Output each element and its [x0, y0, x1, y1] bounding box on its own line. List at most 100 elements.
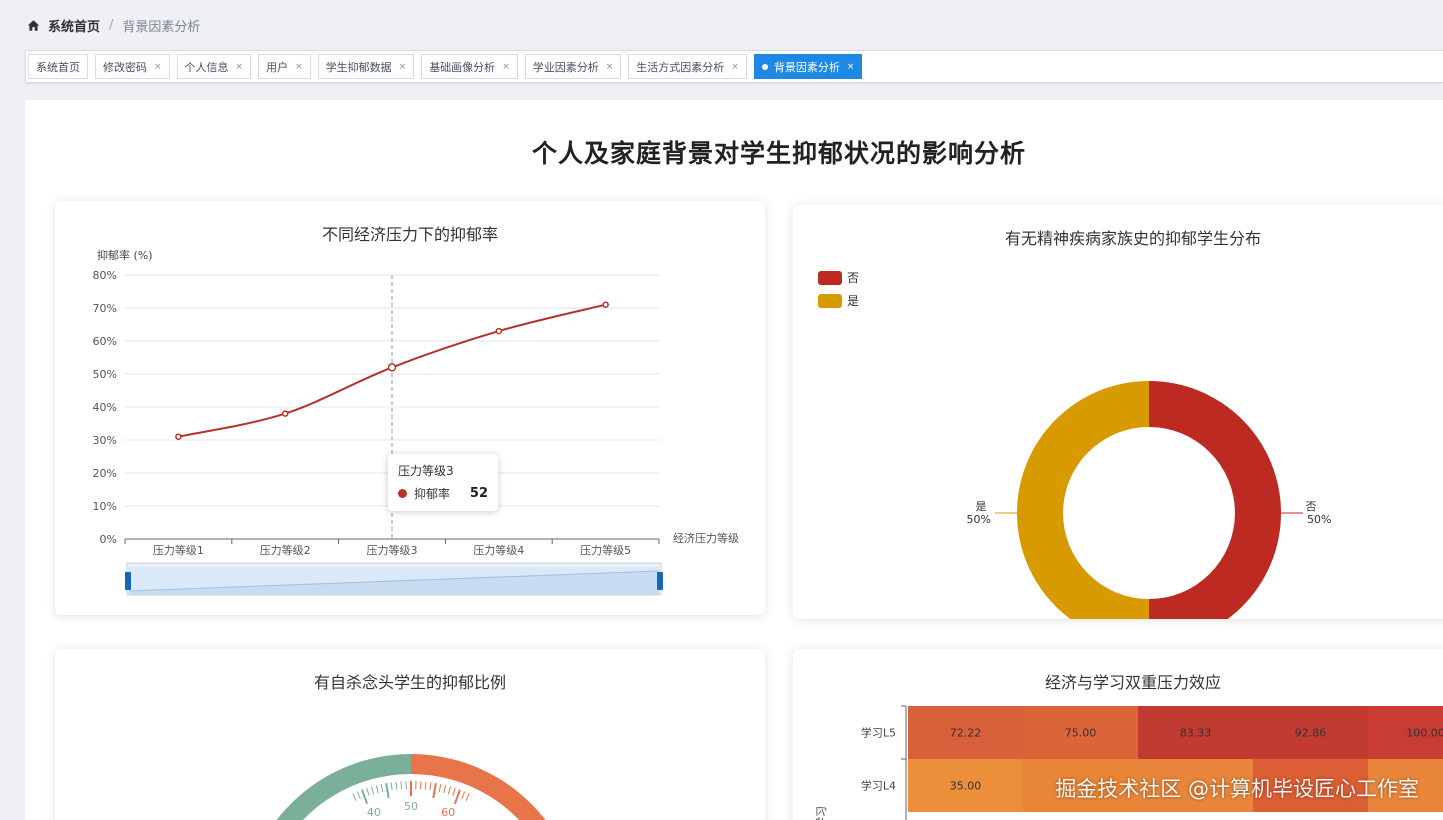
gauge-tick: [453, 789, 461, 805]
tab-close-icon[interactable]: ×: [502, 62, 510, 72]
tab-3[interactable]: 用户 ×: [258, 54, 311, 79]
tab-label: 学生抑郁数据: [325, 60, 392, 74]
y-tick-label: 10%: [93, 500, 117, 513]
gauge-tick: [380, 784, 384, 793]
slice-label-name: 否: [1306, 500, 1317, 513]
y-tick-label: 20%: [93, 467, 117, 480]
x-tick-label: 压力等级2: [260, 543, 311, 557]
gauge-tick: [432, 783, 437, 799]
tab-1[interactable]: 修改密码 ×: [95, 54, 170, 79]
tab-label: 学业因素分析: [532, 60, 599, 74]
heatmap-row-label: 学习L4: [861, 779, 896, 793]
heatmap-cell-label: 75.00: [1065, 727, 1097, 740]
tab-2[interactable]: 个人信息 ×: [176, 54, 252, 79]
tab-8[interactable]: 背景因素分析 ×: [753, 54, 863, 79]
pie-slice: [1017, 381, 1149, 619]
gauge-tick: [400, 781, 403, 790]
gauge-tick: [419, 781, 422, 790]
tab-label: 用户: [266, 60, 289, 74]
gauge-tick: [424, 781, 427, 790]
y-tick-label: 0%: [100, 533, 117, 546]
tab-7[interactable]: 生活方式因素分析 ×: [628, 54, 747, 79]
tab-4[interactable]: 学生抑郁数据 ×: [317, 54, 415, 79]
y-tick-label: 50%: [93, 368, 117, 381]
family-history-chart-card: 有无精神疾病家族史的抑郁学生分布 否 是 否 50% 是 50%: [793, 205, 1443, 619]
x-tick-label: 压力等级4: [473, 543, 524, 557]
tab-close-icon[interactable]: ×: [154, 62, 162, 72]
y-tick-label: 40%: [93, 401, 117, 414]
tab-close-icon[interactable]: ×: [606, 62, 614, 72]
pie-slice: [1149, 381, 1281, 619]
main-content: 个人及家庭背景对学生抑郁状况的影响分析 不同经济压力下的抑郁率 抑郁率 (%) 0…: [25, 100, 1443, 820]
x-tick-label: 压力等级5: [580, 543, 631, 557]
breadcrumb-current: 背景因素分析: [122, 19, 201, 35]
breadcrumb: 系统首页 / 背景因素分析: [0, 0, 1443, 50]
gauge-tick: [447, 786, 451, 795]
tooltip-title: 压力等级3: [398, 464, 454, 478]
breadcrumb-home[interactable]: 系统首页: [48, 16, 100, 35]
heatmap-y-axis-label: 学习: [814, 806, 828, 820]
breadcrumb-separator: /: [109, 17, 114, 33]
tab-label: 生活方式因素分析: [636, 60, 725, 74]
heatmap-cell-label: 72.22: [950, 727, 982, 740]
data-point: [387, 363, 397, 372]
gauge-tick: [390, 782, 393, 791]
gauge-tick: [375, 785, 379, 794]
tab-5[interactable]: 基础画像分析 ×: [421, 54, 518, 79]
heatmap-cell-label: 100.00: [1406, 727, 1443, 740]
gauge-tick: [371, 786, 375, 795]
x-tick-label: 压力等级1: [153, 543, 204, 557]
gauge-arc-right: [411, 754, 546, 820]
chart-tooltip: 压力等级3 抑郁率 52: [388, 454, 498, 511]
tab-label: 个人信息: [184, 60, 229, 74]
tab-close-icon[interactable]: ×: [295, 62, 303, 72]
tooltip-series-dot: [398, 489, 407, 498]
data-point: [602, 301, 609, 308]
suicidal-gauge-chart[interactable]: 40 50 60: [55, 649, 765, 820]
gauge-tick-label: 50: [404, 800, 418, 813]
page-title: 个人及家庭背景对学生抑郁状况的影响分析: [531, 139, 1026, 168]
slice-label-name: 是: [976, 500, 987, 513]
slice-label-value: 50%: [1307, 513, 1331, 526]
heatmap-cell-label: 35.00: [950, 780, 982, 793]
tab-label: 基础画像分析: [429, 60, 496, 74]
y-tick-label: 30%: [93, 434, 117, 447]
gauge-tick: [361, 789, 369, 805]
gauge-tick: [452, 787, 456, 796]
y-axis-label: 抑郁率 (%): [97, 248, 153, 262]
gauge-tick-label: 40: [367, 806, 381, 819]
gauge-tick: [385, 783, 390, 799]
tab-label: 系统首页: [36, 60, 80, 74]
zoom-handle-left: [125, 572, 131, 590]
tab-bar: 系统首页 修改密码 × 个人信息 × 用户 × 学生抑郁数据 × 基础画像分析 × 学业因素分析 × 生活…: [25, 50, 1443, 83]
gauge-tick: [366, 787, 370, 796]
x-tick-label: 压力等级3: [367, 543, 418, 557]
tab-0[interactable]: 系统首页: [28, 54, 88, 79]
active-tab-dot: [761, 63, 768, 70]
tooltip-value: 52: [469, 486, 488, 501]
heatmap-cell-label: 92.86: [1295, 727, 1327, 740]
gauge-tick: [395, 781, 398, 790]
data-point: [175, 433, 182, 440]
tab-close-icon[interactable]: ×: [731, 62, 739, 72]
economic-line-chart[interactable]: 抑郁率 (%) 0% 10% 20% 30% 40% 50% 60% 70% 80% 压力等级1 压力…: [55, 201, 765, 615]
gauge-tick: [465, 793, 470, 801]
y-tick-label: 80%: [93, 269, 117, 282]
watermark: 掘金技术社区 @计算机毕设匠心工作室: [1055, 777, 1419, 801]
tab-close-icon[interactable]: ×: [847, 62, 855, 72]
family-donut-chart[interactable]: 否50%是50%: [793, 205, 1443, 619]
slice-label-value: 50%: [967, 513, 991, 526]
zoom-handle-right: [657, 572, 663, 590]
gauge-tick: [429, 782, 432, 791]
tab-close-icon[interactable]: ×: [236, 62, 244, 72]
gauge-tick: [352, 793, 357, 801]
tab-6[interactable]: 学业因素分析 ×: [524, 54, 622, 79]
heatmap-row-label: 学习L5: [861, 726, 896, 740]
gauge-tick: [461, 791, 466, 800]
data-point: [495, 327, 503, 335]
y-tick-label: 70%: [93, 302, 117, 315]
home-icon: [27, 19, 40, 31]
suicidal-thoughts-chart-card: 有自杀念头学生的抑郁比例 40 50 60: [55, 649, 765, 820]
tab-close-icon[interactable]: ×: [399, 62, 407, 72]
gauge-arc-left: [276, 754, 411, 820]
